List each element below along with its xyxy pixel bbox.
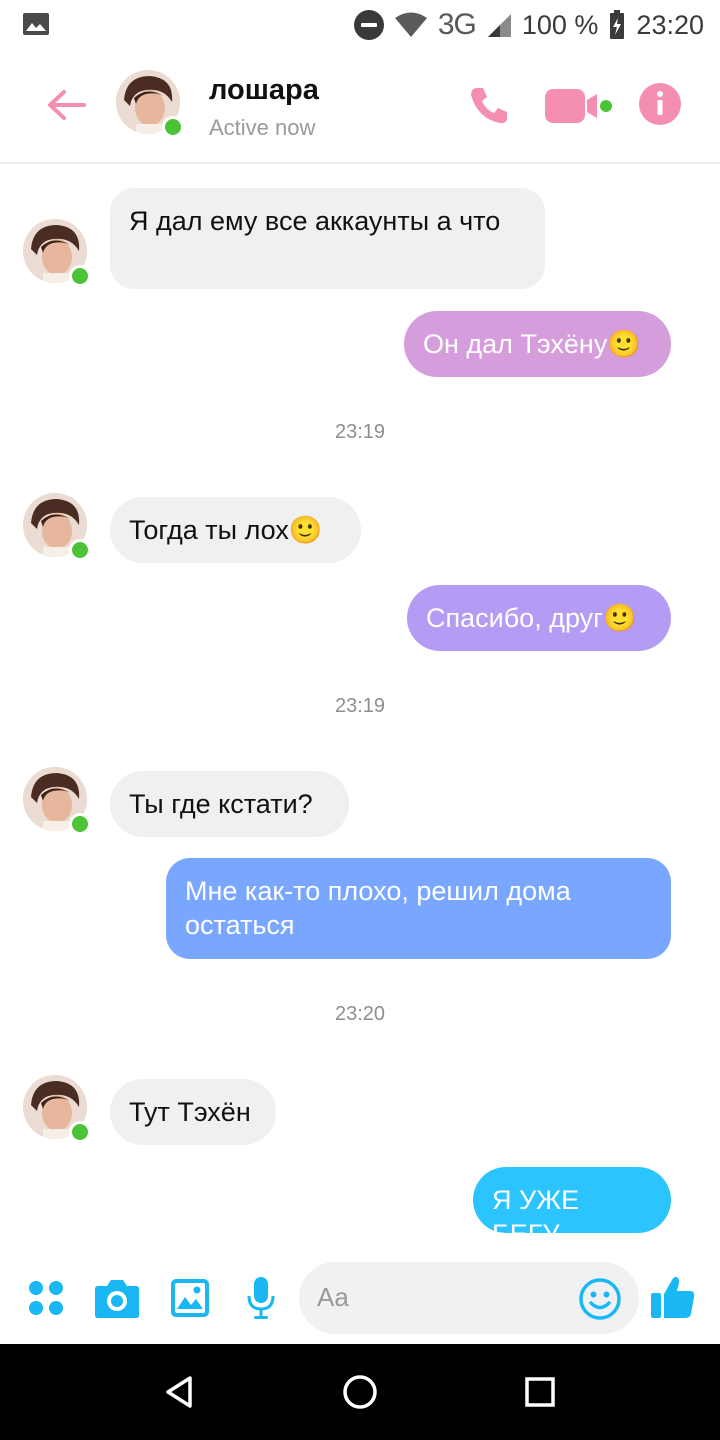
online-indicator	[69, 813, 91, 835]
sender-avatar[interactable]	[23, 767, 91, 835]
message-input[interactable]: Aa	[299, 1262, 639, 1334]
online-indicator	[69, 265, 91, 287]
camera-icon[interactable]	[94, 1277, 140, 1319]
online-indicator	[69, 539, 91, 561]
nav-home-icon[interactable]	[340, 1372, 380, 1412]
message-timestamp: 23:19	[334, 695, 386, 717]
emoji-icon[interactable]	[579, 1278, 621, 1320]
online-indicator	[162, 116, 184, 138]
online-indicator	[69, 1121, 91, 1143]
message-composer: Aa	[0, 1252, 720, 1344]
message-bubble-incoming[interactable]: Ты где кстати?	[110, 771, 349, 837]
nav-recents-icon[interactable]	[520, 1372, 560, 1412]
video-camera-icon[interactable]	[544, 86, 614, 126]
message-bubble-outgoing[interactable]: Он дал Тэхёну🙂	[404, 311, 671, 377]
message-bubble-outgoing[interactable]: Мне как-то плохо, решил дома остаться	[166, 858, 671, 959]
sender-avatar[interactable]	[23, 493, 91, 561]
signal-icon	[487, 14, 511, 37]
gallery-icon[interactable]	[170, 1278, 210, 1318]
contact-name[interactable]: лошара	[209, 74, 319, 107]
contact-avatar[interactable]	[116, 70, 184, 138]
network-type: 3G	[437, 8, 477, 41]
battery-level: 100 %	[521, 9, 599, 40]
battery-charging-icon	[610, 10, 625, 39]
sender-avatar[interactable]	[23, 1075, 91, 1143]
message-bubble-outgoing[interactable]: Спасибо, друг🙂	[407, 585, 671, 651]
message-bubble-outgoing[interactable]: Я УЖЕ БЕГУ	[473, 1167, 671, 1249]
message-input-placeholder: Aa	[317, 1282, 349, 1312]
message-bubble-incoming[interactable]: Я дал ему все аккаунты а что	[110, 188, 545, 289]
conversation-header: лошара Active now	[0, 52, 720, 164]
message-bubble-incoming[interactable]: Тут Тэхён	[110, 1079, 276, 1145]
do-not-disturb-icon	[353, 10, 384, 40]
apps-icon[interactable]	[28, 1280, 64, 1316]
message-bubble-incoming[interactable]: Тогда ты лох🙂	[110, 497, 361, 563]
message-timestamp: 23:20	[334, 1003, 386, 1025]
clock: 23:20	[636, 9, 704, 40]
microphone-icon[interactable]	[246, 1276, 276, 1320]
gallery-icon	[23, 13, 49, 35]
info-icon[interactable]	[638, 82, 682, 126]
status-bar: 3G 100 % 23:20	[0, 0, 720, 52]
system-navigation-bar	[0, 1344, 720, 1440]
wifi-icon	[394, 12, 427, 37]
presence-status: Active now	[209, 115, 316, 140]
sender-avatar[interactable]	[23, 219, 91, 287]
phone-icon[interactable]	[466, 82, 512, 128]
thumbs-up-icon[interactable]	[650, 1274, 696, 1320]
message-timestamp: 23:19	[334, 421, 386, 443]
nav-back-icon[interactable]	[160, 1372, 200, 1412]
back-arrow-icon[interactable]	[44, 82, 90, 128]
